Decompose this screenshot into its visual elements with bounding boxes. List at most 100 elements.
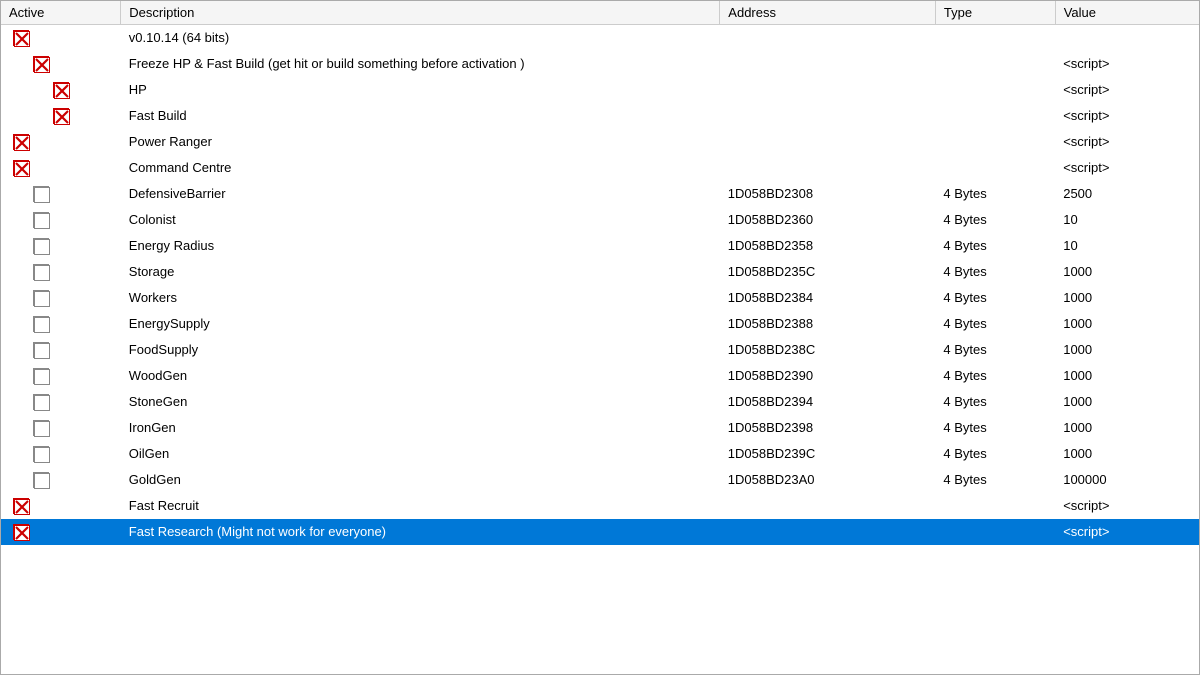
type-cell [935,25,1055,51]
value-cell: <script> [1055,519,1199,545]
value-cell: <script> [1055,51,1199,77]
value-cell: 1000 [1055,441,1199,467]
description-cell: IronGen [121,415,720,441]
checkbox-empty[interactable] [33,394,49,410]
checkbox-empty[interactable] [33,316,49,332]
table-row[interactable]: DefensiveBarrier1D058BD23084 Bytes2500 [1,181,1199,207]
checkbox-cross[interactable] [33,56,49,72]
value-cell: <script> [1055,103,1199,129]
type-cell: 4 Bytes [935,233,1055,259]
description-cell: FoodSupply [121,337,720,363]
value-cell: 1000 [1055,311,1199,337]
type-cell: 4 Bytes [935,181,1055,207]
col-header-type: Type [935,1,1055,25]
col-header-value: Value [1055,1,1199,25]
checkbox-cross[interactable] [53,82,69,98]
checkbox-cross[interactable] [13,30,29,46]
table-row[interactable]: EnergySupply1D058BD23884 Bytes1000 [1,311,1199,337]
table-row[interactable]: FoodSupply1D058BD238C4 Bytes1000 [1,337,1199,363]
table-row[interactable]: Fast Recruit <script> [1,493,1199,519]
value-cell: 1000 [1055,337,1199,363]
table-row[interactable]: Power Ranger<script> [1,129,1199,155]
table-row[interactable]: GoldGen1D058BD23A04 Bytes100000 [1,467,1199,493]
description-cell: Energy Radius [121,233,720,259]
type-cell [935,519,1055,545]
address-cell: 1D058BD2398 [720,415,936,441]
checkbox-empty[interactable] [33,186,49,202]
type-cell [935,493,1055,519]
table-row[interactable]: Energy Radius1D058BD23584 Bytes10 [1,233,1199,259]
description-cell: EnergySupply [121,311,720,337]
checkbox-empty[interactable] [33,264,49,280]
checkbox-empty[interactable] [33,368,49,384]
value-cell: 1000 [1055,415,1199,441]
type-cell [935,77,1055,103]
table-row[interactable]: Colonist1D058BD23604 Bytes10 [1,207,1199,233]
table-row[interactable]: HP <script> [1,77,1199,103]
value-cell: 100000 [1055,467,1199,493]
cheat-table[interactable]: Active Description Address Type Value [0,0,1200,675]
type-cell: 4 Bytes [935,311,1055,337]
checkbox-empty[interactable] [33,342,49,358]
value-cell: <script> [1055,155,1199,181]
table-row[interactable]: OilGen1D058BD239C4 Bytes1000 [1,441,1199,467]
description-cell: Command Centre [121,155,720,181]
value-cell: 10 [1055,233,1199,259]
table-row[interactable]: WoodGen1D058BD23904 Bytes1000 [1,363,1199,389]
table-row[interactable]: Workers1D058BD23844 Bytes1000 [1,285,1199,311]
checkbox-cross[interactable] [53,108,69,124]
table-row[interactable]: Freeze HP & Fast Build (get hit or build… [1,51,1199,77]
description-cell: Freeze HP & Fast Build (get hit or build… [121,51,720,77]
checkbox-empty[interactable] [33,238,49,254]
col-header-description: Description [121,1,720,25]
checkbox-empty[interactable] [33,290,49,306]
col-header-active: Active [1,1,121,25]
table-row[interactable]: Fast Research (Might not work for everyo… [1,519,1199,545]
description-cell: HP [121,77,720,103]
table-row[interactable]: IronGen1D058BD23984 Bytes1000 [1,415,1199,441]
address-cell: 1D058BD2358 [720,233,936,259]
table-row[interactable]: v0.10.14 (64 bits) [1,25,1199,51]
table-row[interactable]: StoneGen1D058BD23944 Bytes1000 [1,389,1199,415]
checkbox-cross[interactable] [13,498,29,514]
description-cell: Colonist [121,207,720,233]
address-cell: 1D058BD235C [720,259,936,285]
type-cell [935,129,1055,155]
col-header-address: Address [720,1,936,25]
type-cell: 4 Bytes [935,285,1055,311]
checkbox-empty[interactable] [33,420,49,436]
table-row[interactable]: Storage1D058BD235C4 Bytes1000 [1,259,1199,285]
type-cell: 4 Bytes [935,415,1055,441]
type-cell: 4 Bytes [935,441,1055,467]
value-cell: 1000 [1055,363,1199,389]
checkbox-cross[interactable] [13,160,29,176]
checkbox-empty[interactable] [33,212,49,228]
type-cell: 4 Bytes [935,467,1055,493]
checkbox-empty[interactable] [33,446,49,462]
description-cell: DefensiveBarrier [121,181,720,207]
checkbox-empty[interactable] [33,472,49,488]
value-cell: 2500 [1055,181,1199,207]
address-cell [720,155,936,181]
checkbox-cross[interactable] [13,134,29,150]
description-cell: StoneGen [121,389,720,415]
address-cell: 1D058BD2360 [720,207,936,233]
type-cell: 4 Bytes [935,363,1055,389]
address-cell: 1D058BD2388 [720,311,936,337]
description-cell: Power Ranger [121,129,720,155]
value-cell: 1000 [1055,259,1199,285]
description-cell: OilGen [121,441,720,467]
value-cell: <script> [1055,493,1199,519]
table-row[interactable]: Fast Build <script> [1,103,1199,129]
description-cell: Fast Build [121,103,720,129]
address-cell: 1D058BD238C [720,337,936,363]
type-cell: 4 Bytes [935,207,1055,233]
description-cell: Fast Recruit [121,493,720,519]
address-cell [720,25,936,51]
address-cell [720,103,936,129]
checkbox-cross[interactable] [13,524,29,540]
table-row[interactable]: Command Centre <script> [1,155,1199,181]
type-cell [935,155,1055,181]
address-cell [720,129,936,155]
value-cell: <script> [1055,77,1199,103]
